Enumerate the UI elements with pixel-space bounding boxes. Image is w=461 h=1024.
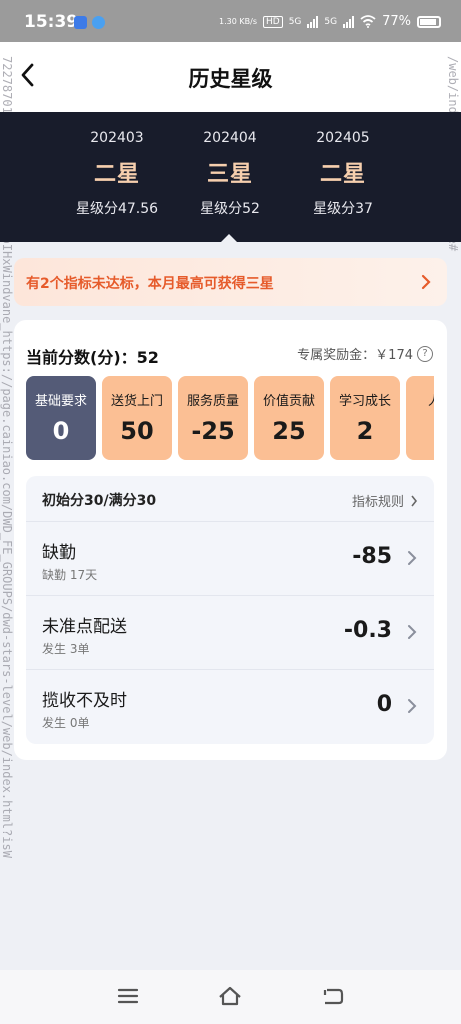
tile-door-delivery[interactable]: 送货上门 50 xyxy=(102,376,172,460)
row-name: 未准点配送 xyxy=(42,617,127,637)
row-sub: 发生 0单 xyxy=(42,716,90,730)
rules-link-label: 指标规则 xyxy=(351,495,404,510)
tile-label: 人工 xyxy=(406,390,434,409)
signal-label: 5G xyxy=(288,16,302,27)
chevron-right-icon xyxy=(408,699,417,713)
tile-label: 送货上门 xyxy=(110,394,163,409)
detail-row-absence[interactable]: 缺勤 缺勤 17天 -85 xyxy=(26,522,434,596)
hd-badge: HD xyxy=(262,15,283,28)
history-month-item-selected[interactable]: 202404 三星 星级分52 xyxy=(165,130,295,218)
row-sub: 发生 3单 xyxy=(42,642,90,656)
row-name: 揽收不及时 xyxy=(42,691,127,711)
score-card: 当前分数(分)：52 专属奖励金：￥174 ? 基础要求 0 送货上门 50 服… xyxy=(14,320,447,760)
detail-header: 初始分30/满分30 指标规则 xyxy=(26,476,434,522)
tile-value: 0 xyxy=(52,417,70,445)
history-star: 三星 xyxy=(206,162,253,187)
page-title: 历史星级 xyxy=(188,67,273,91)
tile-label: 价值贡献 xyxy=(262,394,315,409)
row-value: -0.3 xyxy=(343,618,392,643)
row-value: 0 xyxy=(376,692,392,717)
history-month: 202404 xyxy=(203,130,257,146)
net-speed: 1.30 KB/s xyxy=(219,16,257,26)
back-icon[interactable] xyxy=(320,984,346,1008)
base-score-text: 初始分30/满分30 xyxy=(42,493,157,509)
tile-learning-growth[interactable]: 学习成长 2 xyxy=(330,376,400,460)
tile-value: I xyxy=(406,417,434,436)
history-score: 星级分37 xyxy=(313,201,373,217)
history-month-item[interactable]: 202403 二星 星级分47.56 xyxy=(52,130,182,218)
help-icon[interactable]: ? xyxy=(417,345,433,362)
notification-icon xyxy=(74,16,87,29)
chevron-right-icon xyxy=(421,274,431,290)
tile-value-contribution[interactable]: 价值贡献 25 xyxy=(254,376,324,460)
chevron-right-icon xyxy=(408,625,417,639)
tile-partial[interactable]: 人工 I xyxy=(406,376,434,460)
tile-value: 25 xyxy=(272,417,306,445)
status-bar: 15:39 1.30 KB/s HD 5G 5G 77% xyxy=(0,0,461,42)
system-nav-bar xyxy=(0,970,461,1024)
indicator-tiles: 基础要求 0 送货上门 50 服务质量 -25 价值贡献 25 学习成长 2 人… xyxy=(26,376,434,460)
signal-label: 5G xyxy=(324,16,338,27)
selected-pointer xyxy=(221,234,237,242)
tile-value: -25 xyxy=(191,417,235,445)
signal-icon xyxy=(307,15,319,28)
status-time: 15:39 xyxy=(24,12,79,32)
warning-banner[interactable]: 有2个指标未达标，本月最高可获得三星 xyxy=(14,258,447,306)
detail-row-late-delivery[interactable]: 未准点配送 发生 3单 -0.3 xyxy=(26,596,434,670)
history-month: 202405 xyxy=(316,130,370,146)
detail-row-late-pickup[interactable]: 揽收不及时 发生 0单 0 xyxy=(26,670,434,744)
home-icon[interactable] xyxy=(217,984,243,1008)
tile-label: 服务质量 xyxy=(186,394,239,409)
tile-basic-requirement[interactable]: 基础要求 0 xyxy=(26,376,96,460)
tile-label: 基础要求 xyxy=(34,394,87,409)
tile-value: 50 xyxy=(120,417,154,445)
current-score: 当前分数(分)：52 xyxy=(26,348,159,367)
detail-list: 初始分30/满分30 指标规则 缺勤 缺勤 17天 -85 未准点配送 发生 3… xyxy=(26,476,434,744)
row-value: -85 xyxy=(352,544,392,569)
row-name: 缺勤 xyxy=(42,543,76,563)
chevron-right-icon xyxy=(408,551,417,565)
tile-value: 2 xyxy=(356,417,374,445)
tile-service-quality[interactable]: 服务质量 -25 xyxy=(178,376,248,460)
bonus-text: 专属奖励金：￥174 xyxy=(297,348,413,363)
nav-bar: 历史星级 xyxy=(0,42,461,112)
history-score: 星级分52 xyxy=(200,201,260,217)
wifi-icon xyxy=(360,15,376,28)
history-star: 二星 xyxy=(93,162,140,187)
rules-link[interactable]: 指标规则 xyxy=(352,491,418,510)
menu-icon[interactable] xyxy=(115,984,141,1008)
history-month: 202403 xyxy=(90,130,144,146)
battery-percent: 77% xyxy=(382,14,411,29)
history-selector: 202403 二星 星级分47.56 202404 三星 星级分52 20240… xyxy=(0,112,461,242)
history-score: 星级分47.56 xyxy=(75,201,159,217)
battery-icon xyxy=(417,15,441,28)
row-sub: 缺勤 17天 xyxy=(42,568,98,582)
bonus-amount[interactable]: 专属奖励金：￥174 ? xyxy=(297,344,433,363)
notification-icon xyxy=(92,16,105,29)
tile-label: 学习成长 xyxy=(338,394,391,409)
history-star: 二星 xyxy=(319,162,366,187)
chevron-right-icon xyxy=(411,495,418,506)
warning-text: 有2个指标未达标，本月最高可获得三星 xyxy=(26,276,274,292)
history-month-item[interactable]: 202405 二星 星级分37 xyxy=(278,130,408,218)
signal-icon xyxy=(343,15,355,28)
